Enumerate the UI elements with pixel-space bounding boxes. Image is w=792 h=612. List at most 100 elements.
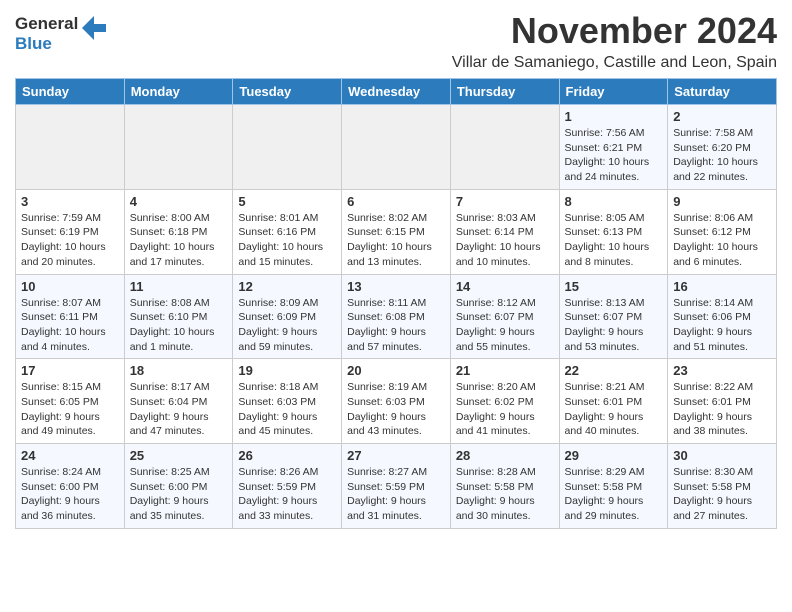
day-number: 25	[130, 448, 228, 463]
week-row-5: 24 Sunrise: 8:24 AM Sunset: 6:00 PM Dayli…	[16, 444, 777, 529]
day-cell: 12 Sunrise: 8:09 AM Sunset: 6:09 PM Dayli…	[233, 274, 342, 359]
day-info: Sunrise: 8:00 AM Sunset: 6:18 PM Dayligh…	[130, 211, 228, 270]
day-number: 13	[347, 279, 445, 294]
day-cell: 7 Sunrise: 8:03 AM Sunset: 6:14 PM Daylig…	[450, 189, 559, 274]
day-header-sunday: Sunday	[16, 79, 125, 105]
day-info: Sunrise: 8:18 AM Sunset: 6:03 PM Dayligh…	[238, 380, 336, 439]
day-info: Sunrise: 8:20 AM Sunset: 6:02 PM Dayligh…	[456, 380, 554, 439]
day-header-monday: Monday	[124, 79, 233, 105]
day-cell: 20 Sunrise: 8:19 AM Sunset: 6:03 PM Dayli…	[342, 359, 451, 444]
day-cell: 28Sunrise: 8:28 AM Sunset: 5:58 PM Dayli…	[450, 444, 559, 529]
day-info: Sunrise: 8:27 AM Sunset: 5:59 PM Dayligh…	[347, 465, 445, 524]
day-cell	[233, 105, 342, 190]
day-number: 5	[238, 194, 336, 209]
day-number: 8	[565, 194, 663, 209]
day-number: 7	[456, 194, 554, 209]
day-info: Sunrise: 8:14 AM Sunset: 6:06 PM Dayligh…	[673, 296, 771, 355]
day-info: Sunrise: 7:56 AM Sunset: 6:21 PM Dayligh…	[565, 126, 663, 185]
day-cell: 4 Sunrise: 8:00 AM Sunset: 6:18 PM Daylig…	[124, 189, 233, 274]
day-cell: 24 Sunrise: 8:24 AM Sunset: 6:00 PM Dayli…	[16, 444, 125, 529]
day-info: Sunrise: 8:21 AM Sunset: 6:01 PM Dayligh…	[565, 380, 663, 439]
day-cell	[16, 105, 125, 190]
day-number: 11	[130, 279, 228, 294]
day-number: 4	[130, 194, 228, 209]
day-info: Sunrise: 8:06 AM Sunset: 6:12 PM Dayligh…	[673, 211, 771, 270]
day-info: Sunrise: 8:07 AM Sunset: 6:11 PM Dayligh…	[21, 296, 119, 355]
day-info: Sunrise: 8:24 AM Sunset: 6:00 PM Dayligh…	[21, 465, 119, 524]
day-info: Sunrise: 8:17 AM Sunset: 6:04 PM Dayligh…	[130, 380, 228, 439]
day-info: Sunrise: 7:58 AM Sunset: 6:20 PM Dayligh…	[673, 126, 771, 185]
day-number: 29	[565, 448, 663, 463]
day-cell: 10 Sunrise: 8:07 AM Sunset: 6:11 PM Dayli…	[16, 274, 125, 359]
logo: General Blue	[15, 14, 108, 54]
day-info: Sunrise: 8:25 AM Sunset: 6:00 PM Dayligh…	[130, 465, 228, 524]
day-cell: 30 Sunrise: 8:30 AM Sunset: 5:58 PM Dayli…	[668, 444, 777, 529]
day-info: Sunrise: 8:26 AM Sunset: 5:59 PM Dayligh…	[238, 465, 336, 524]
week-row-4: 17 Sunrise: 8:15 AM Sunset: 6:05 PM Dayli…	[16, 359, 777, 444]
day-cell: 15Sunrise: 8:13 AM Sunset: 6:07 PM Dayli…	[559, 274, 668, 359]
day-cell: 11 Sunrise: 8:08 AM Sunset: 6:10 PM Dayli…	[124, 274, 233, 359]
day-cell: 5 Sunrise: 8:01 AM Sunset: 6:16 PM Daylig…	[233, 189, 342, 274]
month-title: November 2024	[452, 10, 777, 52]
day-info: Sunrise: 8:12 AM Sunset: 6:07 PM Dayligh…	[456, 296, 554, 355]
day-number: 6	[347, 194, 445, 209]
day-number: 19	[238, 363, 336, 378]
day-number: 1	[565, 109, 663, 124]
day-number: 20	[347, 363, 445, 378]
day-info: Sunrise: 8:08 AM Sunset: 6:10 PM Dayligh…	[130, 296, 228, 355]
day-header-friday: Friday	[559, 79, 668, 105]
day-number: 9	[673, 194, 771, 209]
day-cell: 21 Sunrise: 8:20 AM Sunset: 6:02 PM Dayli…	[450, 359, 559, 444]
day-info: Sunrise: 8:19 AM Sunset: 6:03 PM Dayligh…	[347, 380, 445, 439]
day-number: 28	[456, 448, 554, 463]
day-info: Sunrise: 7:59 AM Sunset: 6:19 PM Dayligh…	[21, 211, 119, 270]
day-info: Sunrise: 8:22 AM Sunset: 6:01 PM Dayligh…	[673, 380, 771, 439]
logo-arrow-icon	[80, 14, 108, 42]
day-cell: 1 Sunrise: 7:56 AM Sunset: 6:21 PM Daylig…	[559, 105, 668, 190]
day-cell	[450, 105, 559, 190]
day-cell: 29 Sunrise: 8:29 AM Sunset: 5:58 PM Dayli…	[559, 444, 668, 529]
day-cell: 9 Sunrise: 8:06 AM Sunset: 6:12 PM Daylig…	[668, 189, 777, 274]
day-number: 10	[21, 279, 119, 294]
day-cell: 26Sunrise: 8:26 AM Sunset: 5:59 PM Dayli…	[233, 444, 342, 529]
day-info: Sunrise: 8:11 AM Sunset: 6:08 PM Dayligh…	[347, 296, 445, 355]
day-info: Sunrise: 8:15 AM Sunset: 6:05 PM Dayligh…	[21, 380, 119, 439]
day-cell: 3 Sunrise: 7:59 AM Sunset: 6:19 PM Daylig…	[16, 189, 125, 274]
location-subtitle: Villar de Samaniego, Castille and Leon, …	[452, 54, 777, 72]
day-number: 14	[456, 279, 554, 294]
day-cell: 13 Sunrise: 8:11 AM Sunset: 6:08 PM Dayli…	[342, 274, 451, 359]
day-number: 21	[456, 363, 554, 378]
day-info: Sunrise: 8:02 AM Sunset: 6:15 PM Dayligh…	[347, 211, 445, 270]
day-number: 27	[347, 448, 445, 463]
day-info: Sunrise: 8:29 AM Sunset: 5:58 PM Dayligh…	[565, 465, 663, 524]
day-number: 23	[673, 363, 771, 378]
day-cell: 22Sunrise: 8:21 AM Sunset: 6:01 PM Dayli…	[559, 359, 668, 444]
day-cell: 25 Sunrise: 8:25 AM Sunset: 6:00 PM Dayli…	[124, 444, 233, 529]
day-cell: 8Sunrise: 8:05 AM Sunset: 6:13 PM Daylig…	[559, 189, 668, 274]
day-header-thursday: Thursday	[450, 79, 559, 105]
header-row: SundayMondayTuesdayWednesdayThursdayFrid…	[16, 79, 777, 105]
day-info: Sunrise: 8:03 AM Sunset: 6:14 PM Dayligh…	[456, 211, 554, 270]
day-number: 17	[21, 363, 119, 378]
day-number: 24	[21, 448, 119, 463]
day-info: Sunrise: 8:30 AM Sunset: 5:58 PM Dayligh…	[673, 465, 771, 524]
day-cell: 14 Sunrise: 8:12 AM Sunset: 6:07 PM Dayli…	[450, 274, 559, 359]
week-row-1: 1 Sunrise: 7:56 AM Sunset: 6:21 PM Daylig…	[16, 105, 777, 190]
day-number: 16	[673, 279, 771, 294]
day-header-tuesday: Tuesday	[233, 79, 342, 105]
day-cell: 17 Sunrise: 8:15 AM Sunset: 6:05 PM Dayli…	[16, 359, 125, 444]
day-info: Sunrise: 8:13 AM Sunset: 6:07 PM Dayligh…	[565, 296, 663, 355]
day-cell: 18 Sunrise: 8:17 AM Sunset: 6:04 PM Dayli…	[124, 359, 233, 444]
day-number: 18	[130, 363, 228, 378]
week-row-2: 3 Sunrise: 7:59 AM Sunset: 6:19 PM Daylig…	[16, 189, 777, 274]
day-number: 12	[238, 279, 336, 294]
day-cell: 19 Sunrise: 8:18 AM Sunset: 6:03 PM Dayli…	[233, 359, 342, 444]
day-cell	[342, 105, 451, 190]
day-info: Sunrise: 8:09 AM Sunset: 6:09 PM Dayligh…	[238, 296, 336, 355]
day-number: 3	[21, 194, 119, 209]
day-header-wednesday: Wednesday	[342, 79, 451, 105]
day-number: 30	[673, 448, 771, 463]
day-cell: 27 Sunrise: 8:27 AM Sunset: 5:59 PM Dayli…	[342, 444, 451, 529]
day-cell: 16 Sunrise: 8:14 AM Sunset: 6:06 PM Dayli…	[668, 274, 777, 359]
day-info: Sunrise: 8:01 AM Sunset: 6:16 PM Dayligh…	[238, 211, 336, 270]
